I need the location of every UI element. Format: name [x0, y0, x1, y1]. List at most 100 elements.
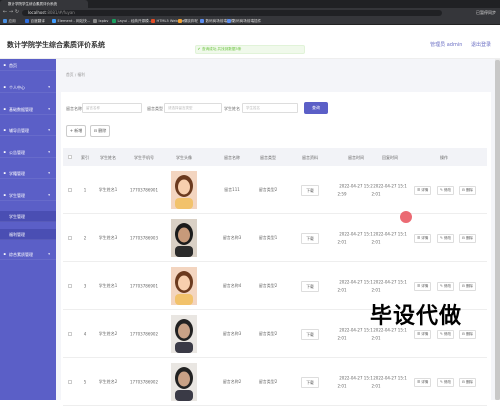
filter-type-select[interactable]: 请选择留言类型: [164, 103, 222, 113]
select-all-checkbox[interactable]: [68, 155, 72, 159]
cell-message-time: 2022-04-27 15:1: [339, 327, 373, 333]
row-delete-button[interactable]: ⊟ 删除: [459, 186, 477, 195]
breadcrumb-home[interactable]: 首页: [66, 72, 74, 77]
cell-message-name: 留言名称3: [222, 235, 242, 240]
detail-button[interactable]: ☰ 详情: [414, 330, 432, 339]
edit-button[interactable]: ✎ 修改: [437, 234, 455, 243]
bookmark-item[interactable]: lxpbv: [93, 18, 109, 24]
download-button[interactable]: 下载: [301, 329, 319, 340]
cell-message-time-cont: 2:01: [337, 383, 347, 389]
detail-button[interactable]: ☰ 详情: [414, 234, 432, 243]
watermark-text: 毕设代做: [370, 304, 463, 329]
download-button[interactable]: 下载: [301, 233, 319, 244]
bookmark-icon: [3, 18, 7, 23]
cell-student-name: 学生姓名1: [98, 283, 118, 288]
bookmark-item[interactable]: 百度翻译: [25, 18, 45, 24]
bookmark-item[interactable]: Element - 网站快...: [52, 18, 90, 24]
row-delete-button[interactable]: ⊟ 删除: [459, 330, 477, 339]
scrollbar-thumb[interactable]: [495, 60, 500, 400]
cell-reply-time: 2022-04-27 15:1: [373, 231, 407, 237]
sidebar-item-label: 学生管理: [9, 193, 25, 198]
bookmark-item[interactable]: 应用: [3, 18, 16, 24]
sidebar-item[interactable]: 学生管理: [0, 211, 56, 222]
row-checkbox[interactable]: [68, 188, 72, 192]
chevron-down-icon: ▾: [48, 171, 50, 175]
sidebar-item[interactable]: 福利管理: [0, 229, 56, 240]
filter-type-label: 留言类型: [147, 106, 163, 111]
bookmark-label: 应用: [8, 18, 16, 23]
row-checkbox[interactable]: [68, 380, 72, 384]
sidebar-item[interactable]: ▪ 学籍管理 ▾: [0, 168, 56, 179]
row-delete-button[interactable]: ⊟ 删除: [459, 282, 477, 291]
bookmark-item[interactable]: 数码商场前端插件: [227, 18, 261, 24]
bookmark-item[interactable]: 废放弃呢: [178, 18, 198, 24]
row-delete-button[interactable]: ⊟ 删除: [459, 234, 477, 243]
bookmark-icon: [25, 18, 29, 23]
filter-name-input[interactable]: 留言名称: [82, 103, 142, 113]
cell-message-time: 2022-04-27 15:2: [339, 183, 373, 189]
sidebar-item[interactable]: ▪ 学生管理 ▾: [0, 190, 56, 201]
sidebar-item-label: 学生管理: [9, 214, 25, 219]
header-user-area: 管理员 admin 退出登录: [423, 41, 491, 48]
edit-button[interactable]: ✎ 修改: [437, 186, 455, 195]
download-button[interactable]: 下载: [301, 185, 319, 196]
row-checkbox[interactable]: [68, 332, 72, 336]
sidebar-item[interactable]: ▪ 基础数据管理 ▾: [0, 104, 56, 115]
column-header: 操作: [440, 155, 448, 160]
download-button[interactable]: 下载: [301, 281, 319, 292]
column-header: 索引: [81, 155, 89, 160]
column-header: 留言资料: [302, 155, 318, 160]
cell-student-name: 学生姓名2: [98, 379, 118, 384]
cell-student-name: 学生姓名2: [98, 331, 118, 336]
sidebar-item-label: 个人中心: [9, 85, 25, 90]
filter-student-label: 学生姓名: [224, 106, 240, 111]
sidebar-item-label: 公告管理: [9, 150, 25, 155]
menu-icon: ▪: [3, 63, 6, 67]
sidebar-item[interactable]: ▪ 综合素质管理 ▾: [0, 249, 56, 260]
cell-message-type: 留言类型2: [258, 331, 278, 336]
bookmark-item[interactable]: Layui - 经典开源模...: [112, 18, 152, 24]
chevron-down-icon: ▾: [48, 150, 50, 154]
url-field[interactable]: localhost:8081/#/fuyan: [22, 9, 442, 16]
browser-tab[interactable]: 数计学院学生综合素质评价系统: [0, 0, 88, 8]
profile-status[interactable]: 已暂停同步: [476, 10, 496, 16]
logout-link[interactable]: 退出登录: [471, 42, 491, 48]
cell-message-time-cont: 2:01: [337, 239, 347, 245]
download-button[interactable]: 下载: [301, 377, 319, 388]
detail-button[interactable]: ☰ 详情: [414, 186, 432, 195]
delete-button[interactable]: ⊟ 删除: [90, 125, 110, 137]
student-photo: [171, 363, 197, 401]
column-header: 学生头像: [176, 155, 192, 160]
search-button[interactable]: 查询: [304, 102, 328, 114]
bookmark-icon: [93, 18, 97, 23]
reload-icon[interactable]: ↻: [14, 9, 20, 15]
row-checkbox[interactable]: [68, 284, 72, 288]
bookmark-icon: [112, 18, 116, 23]
edit-button[interactable]: ✎ 修改: [437, 378, 455, 387]
filter-student-input[interactable]: 学生姓名: [242, 103, 298, 113]
detail-button[interactable]: ☰ 详情: [414, 282, 432, 291]
bookmark-icon: [178, 18, 182, 23]
add-button[interactable]: + 新增: [66, 125, 86, 137]
sidebar-item[interactable]: ▪ 个人中心 ▾: [0, 82, 56, 93]
cursor-highlight: [400, 211, 412, 223]
sidebar-item[interactable]: ▪ 公告管理 ▾: [0, 147, 56, 158]
sidebar-item[interactable]: ▪ 辅导员管理 ▾: [0, 125, 56, 136]
detail-button[interactable]: ☰ 详情: [414, 378, 432, 387]
row-checkbox[interactable]: [68, 236, 72, 240]
column-header: 学生手机号: [134, 155, 154, 160]
sidebar-item-label: 首页: [9, 63, 17, 68]
student-photo: [171, 219, 197, 257]
bookmark-label: 百度翻译: [30, 18, 45, 23]
browser-tab-bar: 数计学院学生综合素质评价系统: [0, 0, 500, 8]
row-delete-button[interactable]: ⊟ 删除: [459, 378, 477, 387]
bookmark-label: lxpbv: [98, 18, 109, 23]
sidebar-item-label: 福利管理: [9, 232, 25, 237]
sidebar-item[interactable]: ▪ 首页: [0, 60, 56, 71]
cell-index: 5: [83, 379, 87, 385]
column-header: 回复时间: [382, 155, 398, 160]
bookmark-icon: [227, 18, 231, 23]
edit-button[interactable]: ✎ 修改: [437, 282, 455, 291]
cell-reply-time-cont: 2:01: [371, 191, 381, 197]
edit-button[interactable]: ✎ 修改: [437, 330, 455, 339]
